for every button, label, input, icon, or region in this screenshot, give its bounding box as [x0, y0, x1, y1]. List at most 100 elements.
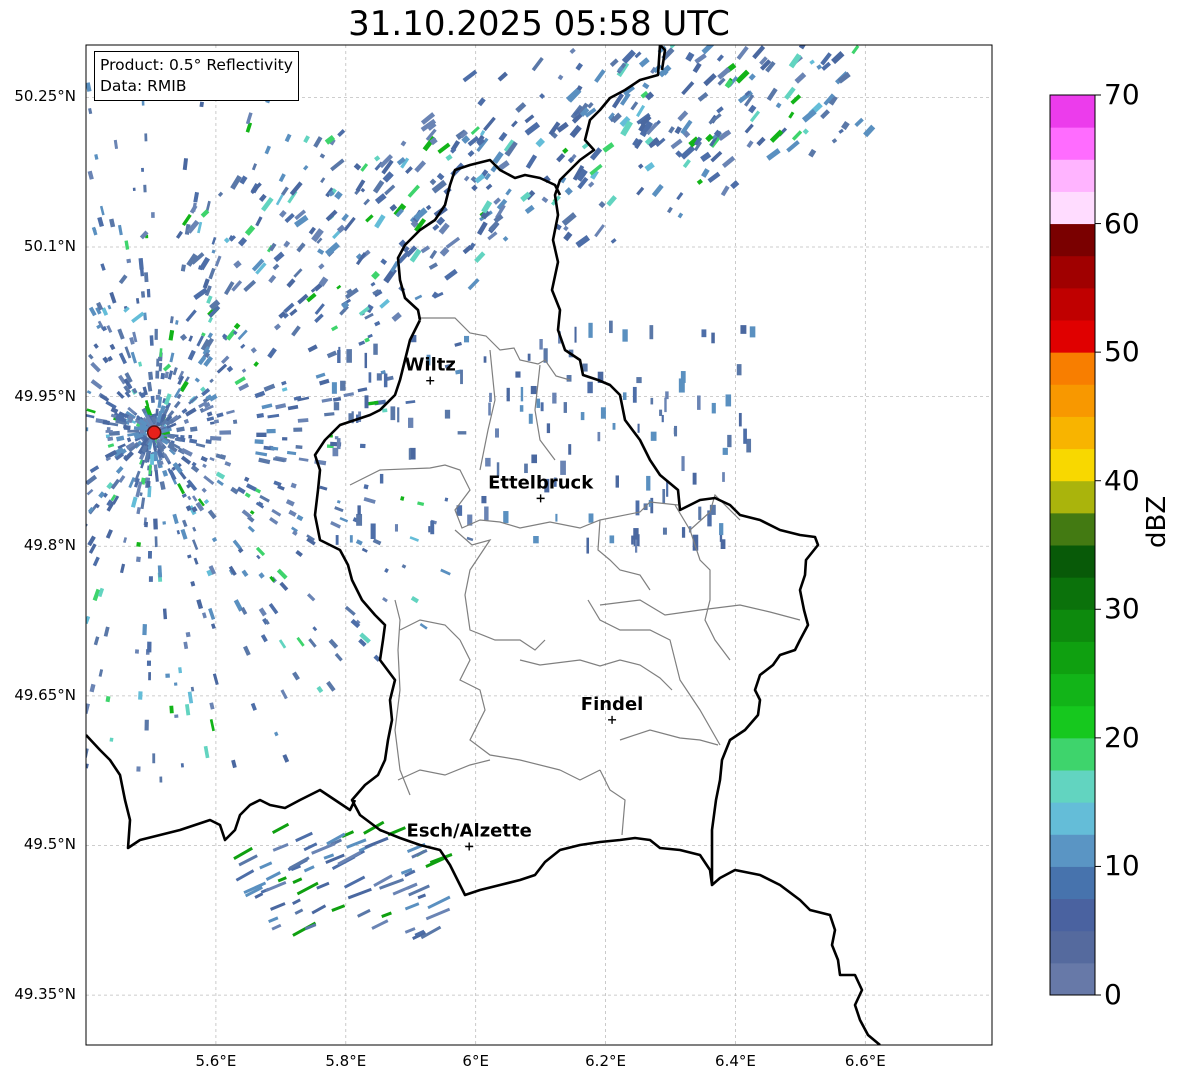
radar-echo	[189, 438, 198, 444]
radar-echo	[190, 580, 196, 587]
radar-echo	[410, 596, 419, 604]
radar-echo	[238, 382, 250, 392]
radar-echo	[722, 472, 725, 482]
radar-echo	[735, 69, 750, 84]
radar-echo	[467, 278, 480, 291]
radar-echo	[336, 438, 341, 450]
radar-echo	[337, 850, 362, 866]
radar-echo	[280, 689, 288, 700]
radar-echo	[191, 495, 198, 502]
radar-echo	[649, 325, 654, 340]
radar-echo	[609, 535, 615, 544]
radar-echo	[292, 921, 317, 937]
radar-echo	[279, 209, 287, 218]
radar-echo	[261, 403, 273, 410]
radar-echo	[454, 341, 462, 347]
radar-echo	[355, 252, 367, 266]
radar-echo	[569, 47, 576, 55]
radar-echo	[349, 535, 353, 543]
radar-echo	[575, 235, 591, 248]
radar-echo	[131, 311, 145, 324]
radar-echo	[725, 394, 732, 407]
colorbar-segment	[1050, 480, 1095, 514]
radar-echo	[126, 258, 132, 264]
radar-echo	[240, 343, 246, 349]
radar-echo	[651, 184, 664, 198]
radar-echo	[692, 62, 702, 74]
radar-echo	[138, 691, 143, 700]
radar-echo	[481, 495, 487, 504]
radar-echo	[404, 927, 416, 934]
radar-echo	[260, 634, 268, 643]
radar-echo	[102, 356, 109, 364]
radar-echo	[736, 45, 749, 61]
radar-echo	[196, 599, 204, 610]
radar-echo	[243, 279, 257, 292]
radar-echo	[574, 326, 577, 343]
radar-echo	[536, 398, 541, 408]
radar-echo	[400, 496, 405, 501]
radar-echo	[211, 249, 216, 254]
radar-echo	[173, 400, 181, 409]
radar-echo	[696, 178, 703, 185]
radar-echo	[697, 395, 701, 410]
radar-echo	[414, 160, 427, 173]
colorbar-segment	[1050, 223, 1095, 257]
radar-echo	[621, 49, 637, 64]
radar-echo	[405, 400, 416, 404]
colorbar-segment	[1050, 705, 1095, 739]
radar-echo	[552, 392, 557, 404]
radar-echo	[167, 433, 175, 438]
radar-echo	[503, 511, 509, 524]
radar-echo	[674, 425, 678, 437]
radar-echo	[136, 556, 141, 563]
radar-echo	[429, 178, 437, 186]
radar-echo	[602, 142, 615, 153]
radar-echo	[710, 150, 723, 163]
radar-echo	[87, 170, 94, 180]
radar-echo	[569, 124, 582, 139]
radar-echo	[791, 130, 803, 141]
radar-echo	[216, 363, 228, 374]
radar-echo	[661, 414, 664, 423]
radar-echo	[271, 508, 282, 517]
radar-echo	[851, 45, 860, 55]
radar-echo	[150, 453, 155, 465]
radar-echo	[281, 186, 289, 196]
radar-echo	[328, 638, 339, 649]
radar-echo	[303, 865, 315, 873]
radar-echo	[136, 541, 141, 547]
radar-echo	[237, 237, 248, 247]
radar-echo	[274, 731, 279, 737]
radar-echo	[676, 192, 684, 201]
radar-echo	[831, 51, 845, 65]
radar-echo	[436, 172, 445, 181]
radar-echo	[546, 423, 551, 434]
radar-echo	[151, 212, 155, 218]
radar-echo	[642, 82, 650, 90]
radar-echo	[575, 62, 583, 71]
radar-echo	[363, 497, 376, 504]
radar-echo	[808, 148, 817, 158]
radar-echo	[615, 475, 619, 488]
radar-echo	[533, 536, 539, 544]
radar-echo	[606, 195, 617, 207]
radar-echo	[293, 268, 303, 278]
city-marker	[465, 842, 474, 851]
radar-echo	[175, 320, 179, 325]
radar-echo	[109, 218, 116, 228]
radar-echo	[157, 389, 162, 395]
radar-echo	[213, 419, 220, 424]
radar-echo	[206, 411, 213, 417]
radar-echo	[748, 73, 756, 81]
radar-echo	[277, 484, 285, 491]
radar-echo	[93, 636, 100, 646]
radar-echo	[506, 387, 510, 402]
radar-echo	[700, 151, 712, 163]
radar-echo	[295, 831, 313, 843]
radar-echo	[637, 163, 644, 169]
radar-echo	[364, 312, 374, 320]
radar-echo	[178, 667, 183, 674]
radar-echo	[331, 904, 346, 912]
radar-echo	[353, 162, 362, 171]
